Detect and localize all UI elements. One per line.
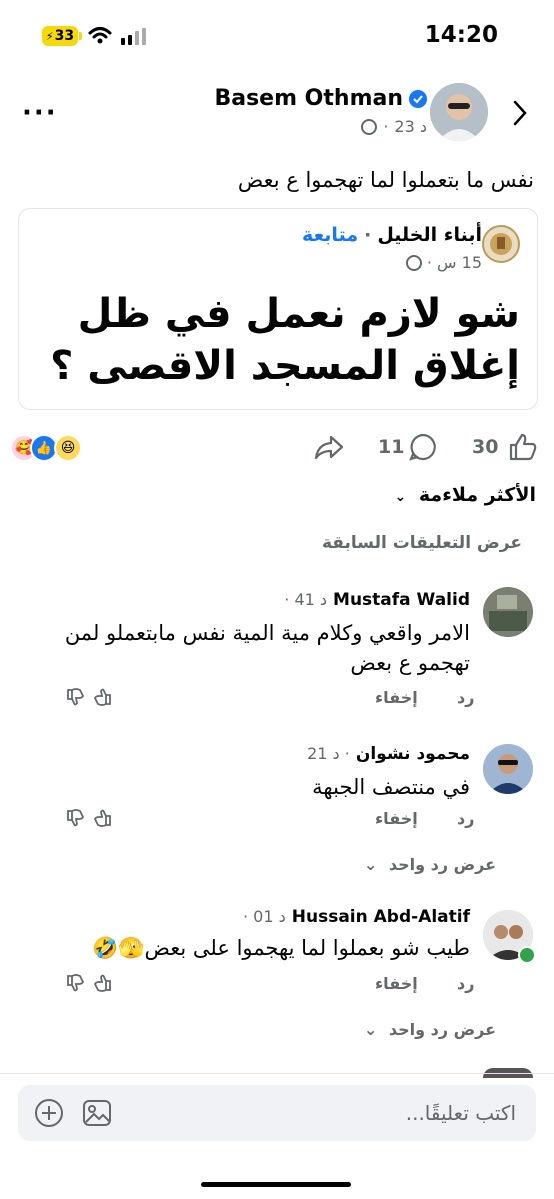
commenter-avatar[interactable]	[483, 744, 533, 794]
chevron-down-icon: ⌄	[394, 489, 407, 505]
share-icon[interactable]	[314, 434, 344, 460]
comment-author[interactable]: Mustafa Walid	[333, 590, 470, 610]
home-indicator	[201, 1182, 351, 1187]
comment-time: · 01 د	[243, 907, 286, 926]
online-status-dot	[518, 946, 536, 964]
reply-button[interactable]: رد	[457, 974, 474, 993]
like-dislike-icon[interactable]	[66, 972, 112, 994]
shared-post-time: 15 س	[437, 253, 482, 272]
battery-nub	[79, 32, 82, 40]
view-one-reply-button[interactable]: عرض رد واحد ⌄	[364, 855, 496, 874]
follow-button[interactable]: متابعة	[302, 224, 358, 246]
comment-header: 21 د · محمود نشوان	[307, 744, 470, 764]
page-avatar[interactable]	[482, 225, 520, 263]
shared-post-text: شو لازم نعمل في ظل إغلاق المسجد الاقصى ؟	[50, 291, 520, 389]
likes-count[interactable]: 30	[472, 436, 498, 458]
like-dislike-icon[interactable]	[66, 807, 112, 829]
post-author-name[interactable]: Basem Othman	[214, 86, 403, 111]
wifi-icon	[88, 27, 112, 44]
chevron-down-icon: ⌄	[363, 1020, 378, 1039]
sort-label: الأكثر ملاءمة	[418, 484, 536, 506]
shared-page-name[interactable]: أبناء الخليل	[377, 224, 482, 246]
comment-time: · 41 د	[284, 590, 328, 609]
comment-text: الامر واقعي وكلام مية المية نفس مابتعملو…	[64, 621, 470, 675]
comment-text: في منتصف الجبهة	[312, 775, 470, 799]
like-icon[interactable]	[508, 432, 538, 462]
shared-post-meta: 15 س ·	[405, 253, 482, 272]
comment-sort-dropdown[interactable]: الأكثر ملاءمة ⌄	[395, 484, 536, 506]
post-meta: · 23 د	[361, 117, 427, 136]
hide-button[interactable]: إخفاء	[375, 809, 418, 828]
comment-input-placeholder: اكتب تعليقًا...	[405, 1101, 516, 1125]
cellular-signal-icon	[121, 28, 146, 45]
comment-header: · 41 د Mustafa Walid	[284, 590, 470, 610]
chevron-right-icon[interactable]	[512, 100, 528, 126]
shared-page-line: أبناء الخليل · متابعة	[302, 224, 482, 246]
reactions-summary[interactable]: 🥰 👍 😆	[10, 434, 90, 462]
reply-button[interactable]: رد	[457, 809, 474, 828]
hide-button[interactable]: إخفاء	[375, 688, 418, 707]
like-dislike-icon[interactable]	[66, 686, 112, 708]
haha-reaction-icon: 😆	[54, 434, 82, 462]
author-avatar[interactable]	[430, 83, 488, 141]
chevron-down-icon: ⌄	[363, 855, 378, 874]
globe-icon	[361, 118, 378, 135]
verified-badge-icon	[409, 89, 427, 108]
post-caption: نفس ما بتعملوا لما تهجموا ع بعض	[237, 168, 534, 192]
commenter-avatar[interactable]	[483, 587, 533, 637]
add-icon[interactable]	[34, 1098, 64, 1128]
battery-indicator: ⚡ 33	[42, 26, 78, 46]
status-time: 14:20	[424, 22, 498, 48]
reply-button[interactable]: رد	[457, 688, 474, 707]
globe-icon	[405, 254, 422, 271]
composer-divider	[0, 1073, 554, 1074]
hide-button[interactable]: إخفاء	[375, 974, 418, 993]
view-one-reply-button[interactable]: عرض رد واحد ⌄	[364, 1020, 496, 1039]
comment-text: طيب شو بعملوا لما يهجموا على بعض🫣🤣	[92, 936, 470, 960]
comment-author[interactable]: Hussain Abd-Alatif	[292, 907, 470, 927]
post-time: 23 د	[394, 117, 427, 136]
comment-time: 21 د ·	[307, 744, 350, 763]
photo-icon[interactable]	[82, 1099, 112, 1127]
comment-header: · 01 د Hussain Abd-Alatif	[243, 907, 470, 927]
comments-count[interactable]: 11	[378, 436, 404, 458]
more-options-button[interactable]: ···	[22, 98, 58, 128]
view-previous-comments[interactable]: عرض التعليقات السابقة	[322, 533, 522, 553]
comment-author[interactable]: محمود نشوان	[356, 744, 470, 764]
comment-icon[interactable]	[408, 432, 438, 462]
